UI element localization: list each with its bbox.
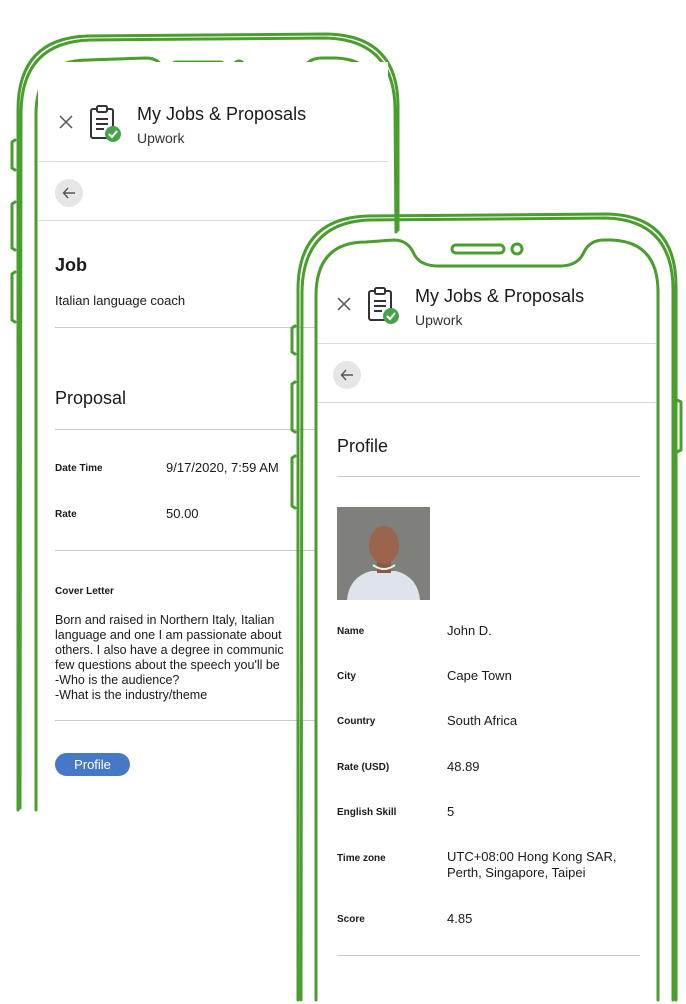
score-label: Score xyxy=(337,914,365,925)
back-button[interactable] xyxy=(55,179,83,207)
job-heading: Job xyxy=(55,255,88,275)
date-time-label: Date Time xyxy=(55,463,103,474)
name-label: Name xyxy=(337,626,365,637)
close-icon[interactable] xyxy=(336,296,352,312)
nav-row xyxy=(38,162,388,221)
score-value: 4.85 xyxy=(447,911,473,926)
name-value: John D. xyxy=(447,623,492,638)
clipboard-check-icon xyxy=(90,105,121,142)
proposal-heading: Proposal xyxy=(55,388,127,408)
divider xyxy=(337,955,640,956)
city-label: City xyxy=(337,671,356,682)
app-title: My Jobs & Proposals xyxy=(415,286,585,306)
profile-heading: Profile xyxy=(337,436,389,456)
app-title: My Jobs & Proposals xyxy=(137,104,307,124)
cover-letter-line: language and one I am passionate about xyxy=(55,628,282,642)
job-title: Italian language coach xyxy=(55,293,186,308)
app-header: My Jobs & Proposals Upwork xyxy=(38,62,388,162)
time-zone-value-line2: Perth, Singapore, Taipei xyxy=(447,865,586,880)
date-time-value: 9/17/2020, 7:59 AM xyxy=(166,460,279,475)
rate-value: 50.00 xyxy=(166,506,199,521)
app-subtitle: Upwork xyxy=(137,130,185,146)
app-subtitle: Upwork xyxy=(415,312,463,328)
profile-screen: My Jobs & Proposals Upwork Profile Name … xyxy=(316,244,656,1004)
cover-letter-line: Born and raised in Northern Italy, Itali… xyxy=(55,613,275,627)
country-label: Country xyxy=(337,716,376,727)
city-value: Cape Town xyxy=(447,668,512,683)
clipboard-check-icon xyxy=(368,287,399,324)
back-arrow-icon xyxy=(62,187,75,199)
cover-letter-line: -Who is the audience? xyxy=(55,673,180,687)
rate-label: Rate xyxy=(55,509,77,520)
app-header: My Jobs & Proposals Upwork xyxy=(316,244,656,344)
cover-letter-line: others. I also have a degree in communic xyxy=(55,643,284,657)
time-zone-value: UTC+08:00 Hong Kong SAR, xyxy=(447,849,617,864)
english-skill-value: 5 xyxy=(447,804,455,819)
profile-button[interactable]: Profile xyxy=(55,753,130,776)
nav-row xyxy=(316,344,656,403)
time-zone-label: Time zone xyxy=(337,853,386,864)
cover-letter-label: Cover Letter xyxy=(55,586,114,597)
divider xyxy=(337,476,640,477)
cover-letter-line: -What is the industry/theme xyxy=(55,688,208,702)
profile-photo xyxy=(337,507,430,600)
rate-usd-value: 48.89 xyxy=(447,759,480,774)
cover-letter-line: few questions about the speech you'll be xyxy=(55,658,280,672)
close-icon[interactable] xyxy=(58,114,74,130)
rate-usd-label: Rate (USD) xyxy=(337,762,390,773)
back-button[interactable] xyxy=(333,361,361,389)
back-arrow-icon xyxy=(340,369,353,381)
english-skill-label: English Skill xyxy=(337,807,397,818)
country-value: South Africa xyxy=(447,713,518,728)
